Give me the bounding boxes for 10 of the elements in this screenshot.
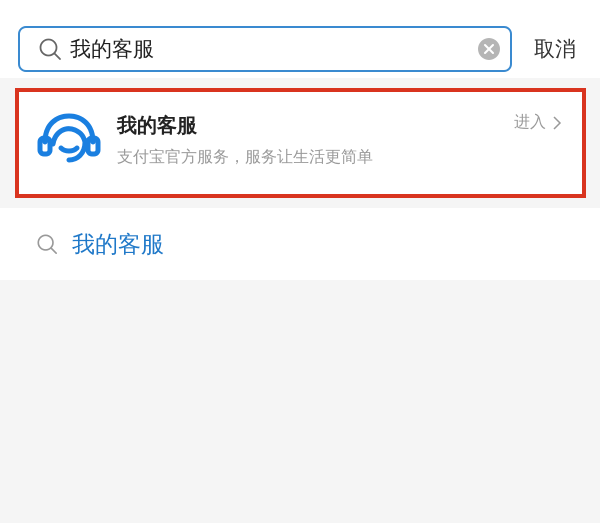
cancel-button[interactable]: 取消 [534,35,576,63]
search-icon [38,37,62,61]
search-icon [36,233,58,255]
result-card[interactable]: 我的客服 支付宝官方服务，服务让生活更简单 进入 [15,88,586,198]
search-field[interactable]: 我的客服 [18,26,512,72]
result-title: 我的客服 [117,112,198,139]
chevron-icon [552,114,562,130]
suggestion-item[interactable]: 我的客服 [0,208,600,280]
clear-icon[interactable] [478,38,500,60]
result-subtitle: 支付宝官方服务，服务让生活更简单 [117,147,374,168]
